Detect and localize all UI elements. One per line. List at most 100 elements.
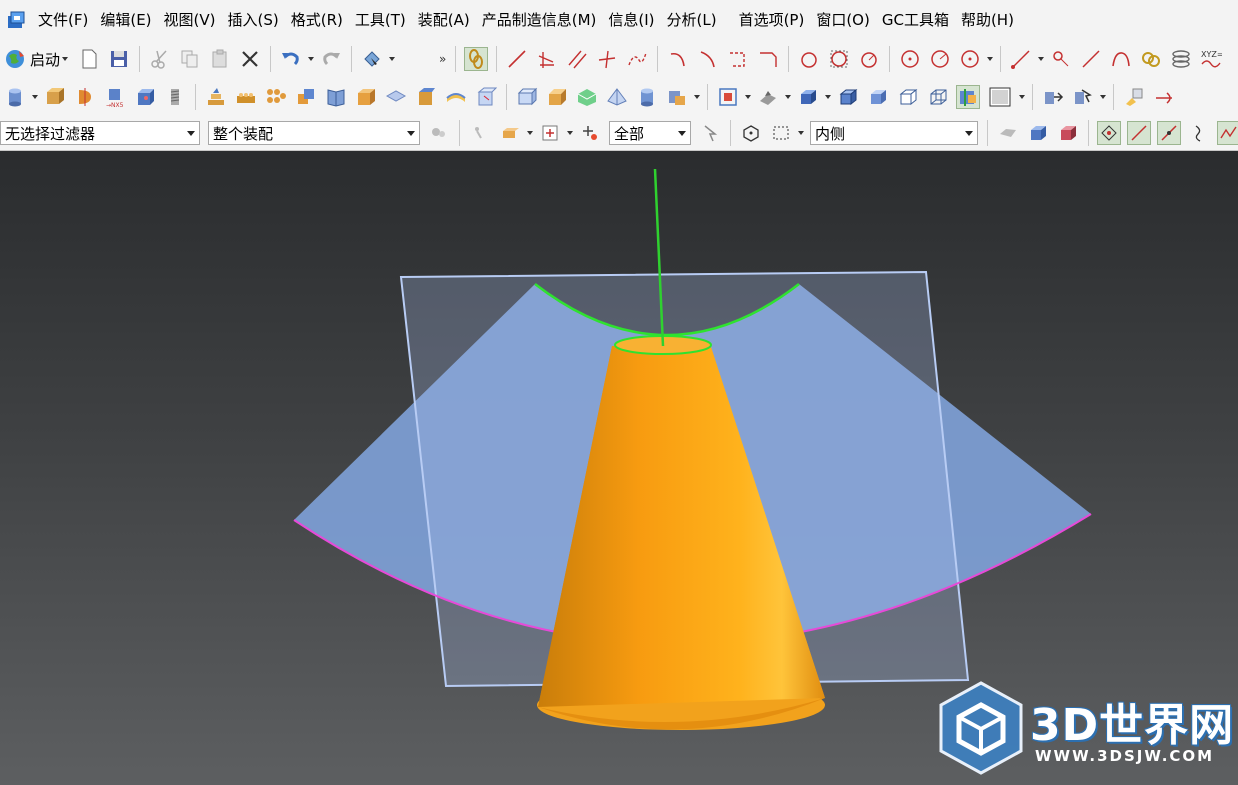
shaded-view-dropdown-icon[interactable]	[825, 95, 831, 99]
wireframe-button[interactable]	[926, 85, 950, 109]
toolbar-overflow-icon[interactable]: »	[439, 53, 446, 65]
snap-tangent-button[interactable]	[1217, 121, 1238, 145]
menu-help[interactable]: 帮助(H)	[955, 8, 1020, 32]
reset-filter-button[interactable]	[468, 121, 492, 145]
redo-button[interactable]	[319, 47, 343, 71]
helix-ring-button[interactable]	[1139, 47, 1163, 71]
menu-assembly[interactable]: 装配(A)	[412, 8, 476, 32]
box-frame-button[interactable]	[515, 85, 539, 109]
circle-radius-button[interactable]	[928, 47, 952, 71]
nx-app-icon[interactable]	[6, 10, 26, 30]
point-line-dropdown-icon[interactable]	[1038, 57, 1045, 61]
shaded-edges-button[interactable]	[836, 85, 860, 109]
menu-view[interactable]: 视图(V)	[158, 8, 222, 32]
view-orientation-button[interactable]	[756, 85, 780, 109]
select-bodies-button[interactable]	[1026, 121, 1050, 145]
graphics-viewport[interactable]: 3D世界网 WWW.3DSJW.COM	[0, 151, 1238, 785]
background-button[interactable]	[986, 85, 1014, 109]
circle-button[interactable]	[898, 47, 922, 71]
delete-button[interactable]	[238, 47, 262, 71]
surface-button[interactable]	[575, 85, 599, 109]
select-components-button[interactable]	[1056, 121, 1080, 145]
undo-dropdown-icon[interactable]	[308, 57, 315, 61]
cylinder2-button[interactable]	[635, 85, 659, 109]
selection-filter-select[interactable]: 无选择过滤器	[0, 121, 200, 145]
line-button[interactable]	[505, 47, 529, 71]
block-button[interactable]	[133, 85, 157, 109]
chamfer-button[interactable]	[756, 47, 780, 71]
stack-button[interactable]	[204, 85, 228, 109]
parallel-line-button[interactable]	[565, 47, 589, 71]
transform-button[interactable]	[1071, 85, 1095, 109]
selection-side-select[interactable]: 内侧	[810, 121, 978, 145]
snap-point-button[interactable]	[538, 121, 562, 145]
undo-button[interactable]	[279, 47, 303, 71]
studio-spline-button[interactable]	[1109, 47, 1133, 71]
section-curve-button[interactable]	[1152, 85, 1176, 109]
tangent-line-button[interactable]	[625, 47, 649, 71]
pattern-button[interactable]	[234, 85, 258, 109]
snap-point-dropdown-icon[interactable]	[567, 131, 573, 135]
shaded-view-button[interactable]	[796, 85, 820, 109]
offset-face-button[interactable]	[414, 85, 438, 109]
menu-tools[interactable]: 工具(T)	[349, 8, 412, 32]
cylinder-button[interactable]	[3, 85, 27, 109]
save-button[interactable]	[107, 47, 131, 71]
shell-button[interactable]	[354, 85, 378, 109]
view-section-button[interactable]	[956, 85, 980, 109]
menu-file[interactable]: 文件(F)	[32, 8, 94, 32]
start-button[interactable]: 启动	[0, 48, 74, 70]
fit-view-button[interactable]	[716, 85, 740, 109]
face-button[interactable]	[384, 85, 408, 109]
snap-control-button[interactable]	[1157, 121, 1181, 145]
pyramid-button[interactable]	[605, 85, 629, 109]
polygon-select-button[interactable]	[739, 121, 763, 145]
fillet-button[interactable]	[726, 47, 750, 71]
paste-button[interactable]	[208, 47, 232, 71]
command-finder-button[interactable]	[360, 47, 384, 71]
perpendicular-line-button[interactable]	[595, 47, 619, 71]
background-dropdown-icon[interactable]	[1019, 95, 1025, 99]
menu-analysis[interactable]: 分析(L)	[661, 8, 723, 32]
box-select-dropdown-icon[interactable]	[798, 131, 804, 135]
circle-center-button[interactable]	[857, 47, 881, 71]
helix-button[interactable]	[1169, 47, 1193, 71]
combine-button[interactable]	[294, 85, 318, 109]
menu-format[interactable]: 格式(R)	[285, 8, 349, 32]
circle-point-button[interactable]	[958, 47, 982, 71]
menu-edit[interactable]: 编辑(E)	[94, 8, 157, 32]
menu-info[interactable]: 信息(I)	[602, 8, 660, 32]
menu-preferences[interactable]: 首选项(P)	[733, 8, 811, 32]
law-curve-button[interactable]: XYZ=	[1199, 47, 1223, 71]
select-settings-button[interactable]	[427, 121, 451, 145]
studio-view-button[interactable]	[866, 85, 890, 109]
point-line-button[interactable]	[1009, 47, 1033, 71]
feature-stack-button[interactable]	[665, 85, 689, 109]
circle-3pt-button[interactable]	[797, 47, 821, 71]
layer-select-button[interactable]	[578, 121, 602, 145]
thread-button[interactable]	[163, 85, 187, 109]
copy-button[interactable]	[178, 47, 202, 71]
fit-view-dropdown-icon[interactable]	[745, 95, 751, 99]
circle-dropdown-icon[interactable]	[987, 57, 994, 61]
feature-select-button[interactable]	[498, 121, 522, 145]
measure-button[interactable]	[1122, 85, 1146, 109]
snap-toggle-button[interactable]	[464, 47, 489, 71]
point-button[interactable]	[1049, 47, 1073, 71]
select-faces-button[interactable]	[996, 121, 1020, 145]
trim-sheet-button[interactable]	[444, 85, 468, 109]
move-object-button[interactable]	[1041, 85, 1065, 109]
menu-gc-toolbox[interactable]: GC工具箱	[876, 8, 955, 32]
arc-tangent-button[interactable]	[696, 47, 720, 71]
snap-midpoint-button[interactable]	[1127, 121, 1151, 145]
nx5-feature-button[interactable]: →NX5	[103, 85, 127, 109]
box-select-button[interactable]	[769, 121, 793, 145]
command-finder-dropdown-icon[interactable]	[389, 57, 396, 61]
menu-insert[interactable]: 插入(S)	[222, 8, 285, 32]
snap-endpoint-button[interactable]	[1097, 121, 1121, 145]
sew-button[interactable]	[474, 85, 498, 109]
feature-select-dropdown-icon[interactable]	[527, 131, 533, 135]
menu-window[interactable]: 窗口(O)	[810, 8, 876, 32]
array-button[interactable]	[264, 85, 288, 109]
cylinder-dropdown-icon[interactable]	[32, 95, 38, 99]
